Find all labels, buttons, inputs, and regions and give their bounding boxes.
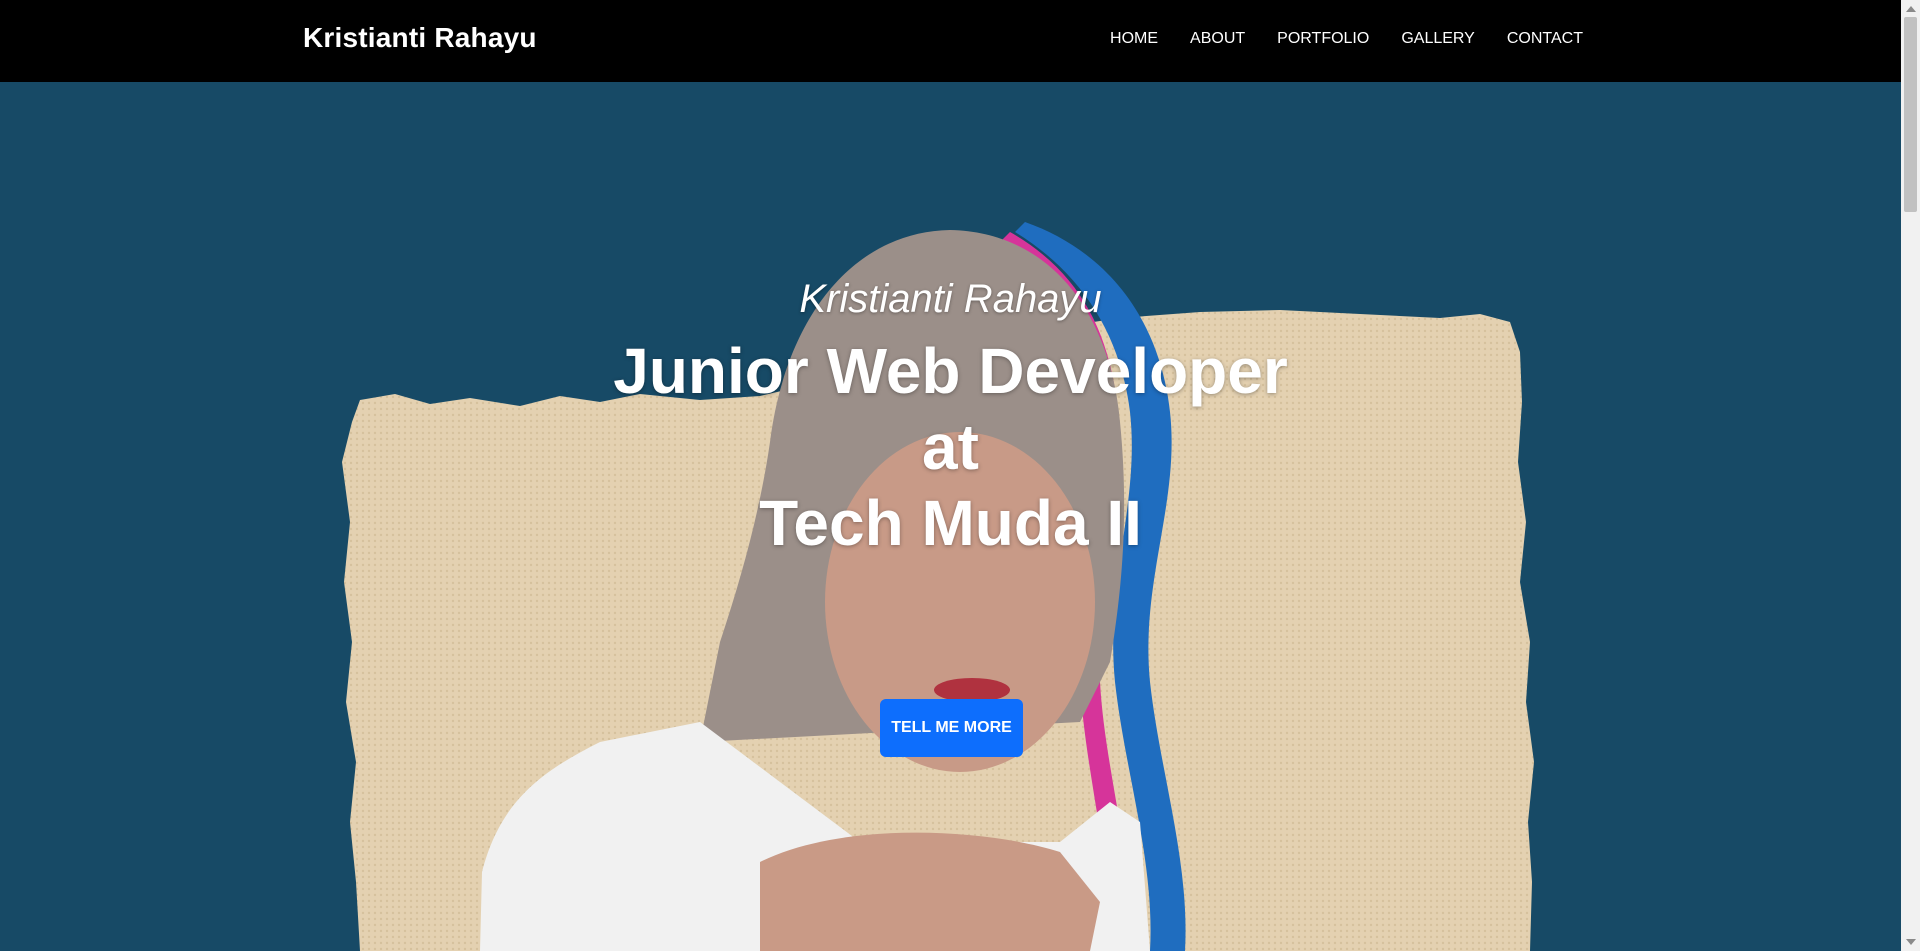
- page-scrollbar[interactable]: [1901, 0, 1920, 951]
- hero-heading-block: Kristianti Rahayu Junior Web Developer a…: [0, 275, 1901, 561]
- hero-title-line-1: Junior Web Developer: [613, 335, 1288, 407]
- nav-portfolio[interactable]: PORTFOLIO: [1277, 30, 1369, 48]
- hero-title-line-2: at: [922, 411, 979, 483]
- scroll-up-arrow-icon[interactable]: [1906, 6, 1916, 12]
- portrait-hands: [760, 832, 1100, 951]
- nav-contact[interactable]: CONTACT: [1507, 30, 1583, 48]
- hero-title-line-3: Tech Muda II: [759, 487, 1142, 559]
- hero-section: Kristianti Rahayu Junior Web Developer a…: [0, 82, 1901, 951]
- tell-me-more-button[interactable]: TELL ME MORE: [880, 699, 1023, 757]
- brand-logo[interactable]: Kristianti Rahayu: [303, 22, 537, 54]
- hero-title: Junior Web Developer at Tech Muda II: [0, 333, 1901, 561]
- nav-about[interactable]: ABOUT: [1190, 30, 1245, 48]
- scrollbar-thumb[interactable]: [1904, 17, 1917, 212]
- nav-home[interactable]: HOME: [1110, 30, 1158, 48]
- scroll-down-arrow-icon[interactable]: [1906, 939, 1916, 945]
- nav-gallery[interactable]: GALLERY: [1401, 30, 1475, 48]
- main-nav: HOME ABOUT PORTFOLIO GALLERY CONTACT: [1110, 30, 1583, 48]
- navbar: Kristianti Rahayu HOME ABOUT PORTFOLIO G…: [0, 0, 1901, 82]
- hero-subtitle: Kristianti Rahayu: [799, 277, 1102, 321]
